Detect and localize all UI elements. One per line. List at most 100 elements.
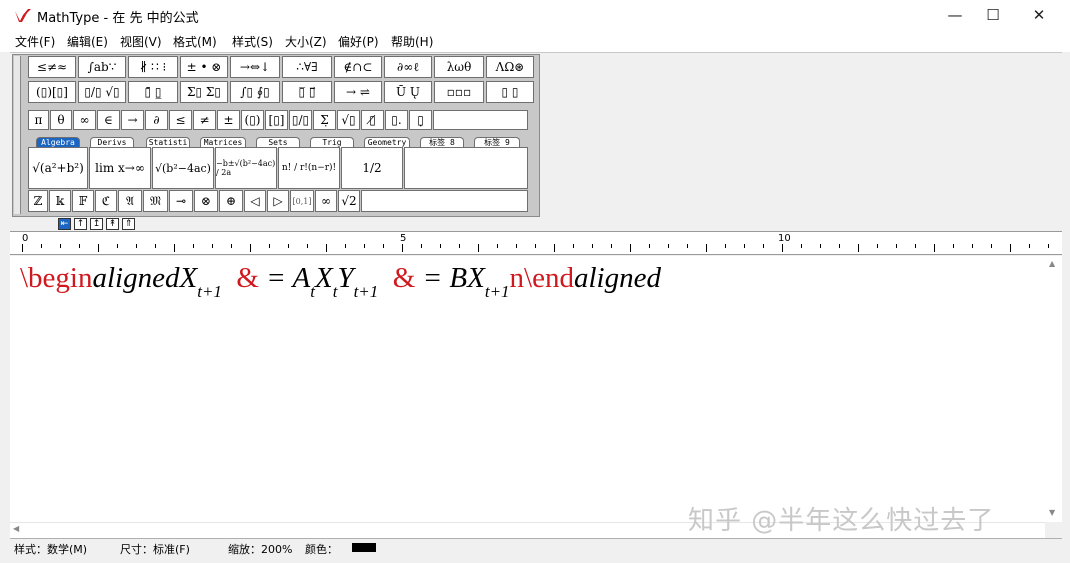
ruler-tick bbox=[41, 244, 42, 248]
sym-sqrt2[interactable]: √2 bbox=[338, 190, 360, 212]
menu-view[interactable]: 视图(V) bbox=[120, 33, 162, 50]
toolbar-grip[interactable] bbox=[14, 56, 21, 214]
symbol-plusminus[interactable]: ± bbox=[217, 110, 240, 130]
tmpl-pythag[interactable]: √(a²+b²) bbox=[28, 147, 88, 189]
menu-file[interactable]: 文件(F) bbox=[15, 33, 55, 50]
sym-infinity[interactable]: ∞ bbox=[315, 190, 337, 212]
tmpl-quadratic[interactable]: −b±√(b²−4ac) / 2a bbox=[215, 147, 277, 189]
sym-c[interactable]: ℭ bbox=[95, 190, 117, 212]
sym-otimes[interactable]: ⊗ bbox=[194, 190, 218, 212]
tmpl-strike[interactable]: ▯̸ bbox=[361, 110, 384, 130]
palette-boxes[interactable]: ▯ ▯ bbox=[486, 81, 534, 103]
symbol-neq[interactable]: ≠ bbox=[193, 110, 216, 130]
tmpl-fraction[interactable]: ▯/▯ bbox=[289, 110, 312, 130]
palette-sets[interactable]: ∉∩⊂ bbox=[334, 56, 382, 78]
ruler-tick bbox=[98, 244, 99, 252]
palette-greek-lower[interactable]: λωθ bbox=[434, 56, 484, 78]
menu-format[interactable]: 格式(M) bbox=[173, 33, 217, 50]
sym-interval[interactable]: [0,1] bbox=[290, 190, 314, 212]
palette-relations[interactable]: ≤≠≈ bbox=[28, 56, 76, 78]
menu-edit[interactable]: 编辑(E) bbox=[67, 33, 108, 50]
palette-fences[interactable]: (▯)[▯] bbox=[28, 81, 76, 103]
palette-operators[interactable]: ± • ⊗ bbox=[180, 56, 228, 78]
symbol-pi[interactable]: π bbox=[28, 110, 49, 130]
ruler-tick bbox=[725, 244, 726, 248]
sym-lhd[interactable]: ◁ bbox=[244, 190, 266, 212]
tmpl-sqrt[interactable]: √▯ bbox=[337, 110, 360, 130]
symbol-infinity[interactable]: ∞ bbox=[73, 110, 96, 130]
vertical-scrollbar[interactable]: ▲ ▼ bbox=[1045, 256, 1062, 522]
palette-summations[interactable]: Σ▯ Σ▯ bbox=[180, 81, 228, 103]
symbol-element-of[interactable]: ∈ bbox=[97, 110, 120, 130]
sym-integers[interactable]: ℤ bbox=[28, 190, 48, 212]
ruler-tick bbox=[1010, 244, 1011, 252]
symbol-theta[interactable]: θ bbox=[50, 110, 72, 130]
palette-spaces[interactable]: ∫ab∵ bbox=[78, 56, 126, 78]
ruler-tick bbox=[649, 244, 650, 248]
palette-arrows[interactable]: →⇔↓ bbox=[230, 56, 280, 78]
ruler-label-5: 5 bbox=[400, 233, 407, 244]
scroll-left-icon[interactable]: ◀ bbox=[13, 524, 19, 533]
ruler-tick bbox=[1029, 244, 1030, 248]
sym-a[interactable]: 𝔄 bbox=[118, 190, 142, 212]
tmpl-dot[interactable]: ▯. bbox=[385, 110, 408, 130]
ruler-tick bbox=[706, 244, 707, 252]
empty-slot[interactable] bbox=[433, 110, 528, 130]
tmpl-brackets[interactable]: [▯] bbox=[265, 110, 288, 130]
small-row-empty[interactable] bbox=[361, 190, 528, 212]
scroll-down-icon[interactable]: ▼ bbox=[1049, 508, 1055, 517]
tmpl-half[interactable]: 1/2 bbox=[341, 147, 403, 189]
palette-labeled-arrows[interactable]: → ⇌ bbox=[334, 81, 382, 103]
ruler-tick bbox=[136, 244, 137, 248]
palette-matrices[interactable]: ▫▫▫ bbox=[434, 81, 484, 103]
sym-rhd[interactable]: ▷ bbox=[267, 190, 289, 212]
tab-scroll-up4-button[interactable]: ⇑ bbox=[122, 218, 135, 230]
tmpl-combination[interactable]: n! / r!(n−r)! bbox=[278, 147, 340, 189]
palette-integrals[interactable]: ∫▯ ∮▯ bbox=[230, 81, 280, 103]
maximize-button[interactable]: ☐ bbox=[970, 0, 1016, 30]
tmpl-underdot[interactable]: ▯̣ bbox=[409, 110, 432, 130]
color-swatch[interactable] bbox=[352, 543, 376, 552]
tmpl-limit[interactable]: lim x→∞ bbox=[89, 147, 151, 189]
scroll-up-icon[interactable]: ▲ bbox=[1049, 259, 1055, 268]
menu-help[interactable]: 帮助(H) bbox=[391, 33, 433, 50]
close-button[interactable]: ✕ bbox=[1016, 0, 1062, 30]
tab-scroll-up-button[interactable]: ↑ bbox=[74, 218, 87, 230]
sym-f[interactable]: 𝔽 bbox=[72, 190, 94, 212]
ruler-tick bbox=[839, 244, 840, 248]
eq-aligned: aligned bbox=[92, 262, 180, 294]
palette-greek-upper[interactable]: ΛΩ⊛ bbox=[486, 56, 534, 78]
tmpl-empty[interactable] bbox=[404, 147, 528, 189]
symbol-arrow[interactable]: → bbox=[121, 110, 144, 130]
tmpl-parens[interactable]: (▯) bbox=[241, 110, 264, 130]
symbol-partial[interactable]: ∂ bbox=[145, 110, 168, 130]
equation[interactable]: \beginalignedXt+1 & = AtXtYt+1 & = BXt+1… bbox=[20, 262, 661, 302]
ruler-tick bbox=[117, 244, 118, 248]
menu-prefs[interactable]: 偏好(P) bbox=[338, 33, 379, 50]
ruler-tick bbox=[972, 244, 973, 248]
symbol-leq[interactable]: ≤ bbox=[169, 110, 192, 130]
tab-scroll-up2-button[interactable]: ↥ bbox=[90, 218, 103, 230]
menu-style[interactable]: 样式(S) bbox=[232, 33, 273, 50]
tmpl-discriminant[interactable]: √(b²−4ac) bbox=[152, 147, 214, 189]
sym-k[interactable]: 𝕜 bbox=[49, 190, 71, 212]
ruler-tick bbox=[953, 244, 954, 248]
palette-fractions[interactable]: ▯/▯ √▯ bbox=[78, 81, 126, 103]
menu-size[interactable]: 大小(Z) bbox=[285, 33, 327, 50]
ruler-tick bbox=[60, 244, 61, 248]
palette-products[interactable]: Ū Ų bbox=[384, 81, 432, 103]
palette-logic[interactable]: ∴∀∃ bbox=[282, 56, 332, 78]
sym-multimap[interactable]: ⊸ bbox=[169, 190, 193, 212]
ruler-tick bbox=[174, 244, 175, 252]
tmpl-sum[interactable]: Σ̣ bbox=[313, 110, 336, 130]
tab-scroll-up3-button[interactable]: ↟ bbox=[106, 218, 119, 230]
sym-m[interactable]: 𝔐 bbox=[143, 190, 168, 212]
palette-scripts[interactable]: ▯̄ ▯̲ bbox=[128, 81, 178, 103]
eq-eq-a: = A bbox=[266, 262, 311, 294]
eq-sub-4: t+1 bbox=[353, 282, 379, 301]
palette-bars[interactable]: ▯̅ ▯⃗ bbox=[282, 81, 332, 103]
palette-embellish[interactable]: ∦ ∷ ⁝ bbox=[128, 56, 178, 78]
tab-scroll-first-button[interactable]: ⇤ bbox=[58, 218, 71, 230]
palette-misc[interactable]: ∂∞ℓ bbox=[384, 56, 432, 78]
sym-oplus[interactable]: ⊕ bbox=[219, 190, 243, 212]
